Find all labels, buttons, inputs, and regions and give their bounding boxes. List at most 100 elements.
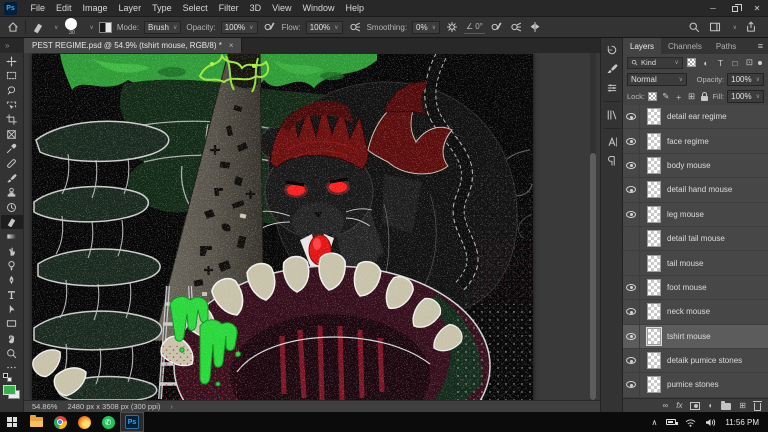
tab-layers[interactable]: Layers [623,38,662,54]
pen-tool[interactable] [1,273,23,288]
eraser-tool[interactable] [0,214,23,230]
layer-thumbnail[interactable] [647,181,661,199]
history-brush-tool[interactable] [1,200,23,215]
layer-row-leg-mouse[interactable]: leg mouse [623,202,768,227]
layer-row-pumice-stones[interactable]: pumice stones [623,373,768,398]
lock-transparency-icon[interactable] [648,91,658,103]
layer-row-detaik-pumice-stones[interactable]: detaik pumice stones [623,348,768,374]
document-tab[interactable]: PEST REGIME.psd @ 54.9% (tshirt mouse, R… [24,38,243,53]
opacity-pressure-icon[interactable] [263,20,277,34]
eraser-preset-icon[interactable] [31,20,45,34]
filter-shape-layers-icon[interactable]: □ [729,57,740,69]
smudge-tool[interactable] [1,244,23,259]
minimize-button[interactable]: ─ [702,0,724,17]
hidden-icons-chevron[interactable]: ∧ [651,418,657,427]
taskbar-photoshop[interactable]: Ps [120,412,144,432]
object-selection-tool[interactable] [1,98,23,113]
brush-panel-toggle-icon[interactable] [98,21,112,33]
link-layers-icon[interactable]: ∞ [663,401,669,410]
visibility-toggle[interactable] [623,373,640,397]
filter-pixel-layers-icon[interactable] [686,57,697,69]
menu-3d[interactable]: 3D [244,0,267,16]
visibility-toggle[interactable] [623,300,640,324]
brush-preset-picker[interactable]: 30 [63,18,80,36]
home-icon[interactable] [6,20,20,34]
new-layer-icon[interactable]: ⊞ [739,401,746,410]
start-button[interactable] [0,412,24,432]
visibility-toggle[interactable] [623,105,640,129]
menu-select[interactable]: Select [177,0,213,16]
zoom-level-field[interactable]: 54.86% [32,402,57,411]
menu-filter[interactable]: Filter [213,0,244,16]
menu-view[interactable]: View [267,0,297,16]
visibility-toggle[interactable] [623,275,640,300]
layer-row-face-regime[interactable]: face regime [623,129,768,154]
canvas-artwork[interactable] [32,54,533,400]
taskbar-firefox[interactable] [72,412,96,432]
toolbar-collapse-chevron[interactable]: » [0,38,24,53]
layer-thumbnail[interactable] [647,303,661,321]
path-selection-tool[interactable] [1,302,23,317]
layer-thumbnail[interactable] [647,156,661,174]
panel-menu-icon[interactable]: ≡ [758,38,768,54]
filter-kind-dropdown[interactable]: Kind ∨ [627,56,683,69]
frame-tool[interactable] [1,127,23,142]
visibility-toggle[interactable] [623,324,640,348]
hand-tool[interactable] [1,331,23,346]
taskbar-chrome[interactable] [48,412,72,432]
visibility-toggle[interactable] [623,251,640,275]
layer-row-detail-ear-regime[interactable]: detail ear regime [623,105,768,130]
airbrush-icon[interactable] [348,20,362,34]
menu-file[interactable]: File [25,0,51,16]
add-layer-mask-icon[interactable] [690,401,701,410]
adjustment-layer-icon[interactable]: ◐ [708,401,713,410]
search-icon[interactable] [687,20,701,34]
eyedropper-tool[interactable] [1,142,23,157]
panel-character-icon[interactable] [603,134,621,150]
delete-layer-icon[interactable] [753,400,762,411]
filter-smart-object-icon[interactable]: ⊡ [744,57,755,69]
flow-dropdown[interactable]: 100% ∨ [305,20,343,34]
blend-mode-dropdown[interactable]: Normal ∨ [627,73,687,86]
battery-icon[interactable] [666,419,678,425]
dodge-tool[interactable] [1,258,23,273]
paint-symmetry-icon[interactable] [528,20,542,34]
gradient-tool[interactable] [1,229,23,244]
lock-image-icon[interactable]: ✎ [661,91,671,103]
filter-toggle-icon[interactable] [758,60,762,65]
move-tool[interactable] [1,54,23,69]
lasso-tool[interactable] [1,83,23,98]
panel-history-icon[interactable] [603,42,621,58]
rectangle-shape-tool[interactable] [1,317,23,332]
menu-help[interactable]: Help [340,0,370,16]
taskbar-whatsapp[interactable]: ✆ [96,412,120,432]
visibility-toggle[interactable] [623,129,640,153]
type-tool[interactable] [1,288,23,303]
menu-window[interactable]: Window [297,0,340,16]
tab-paths[interactable]: Paths [709,38,743,54]
layer-thumbnail[interactable] [647,254,661,272]
layer-row-tail-mouse[interactable]: tail mouse [623,251,768,276]
layer-row-detail-hand-mouse[interactable]: detail hand mouse [623,178,768,203]
layer-thumbnail[interactable] [647,352,661,370]
fill-dropdown[interactable]: 100% ∨ [727,90,765,103]
zoom-tool[interactable] [1,346,23,361]
panel-paragraph-icon[interactable] [603,153,621,169]
new-group-icon[interactable] [721,401,732,410]
panel-properties-icon[interactable] [603,80,621,96]
layer-style-icon[interactable]: fx [676,401,682,410]
filter-adjustment-layers-icon[interactable]: ◐ [700,57,711,69]
tab-close-icon[interactable]: × [229,41,234,50]
layer-thumbnail[interactable] [647,132,661,150]
layer-thumbnail[interactable] [647,327,661,345]
brush-pressure-icon[interactable] [490,20,504,34]
crop-tool[interactable] [1,112,23,127]
network-icon[interactable] [685,418,696,427]
smoothing-dropdown[interactable]: 0% ∨ [412,20,441,34]
layer-thumbnail[interactable] [647,205,661,223]
status-chevron-icon[interactable]: › [170,402,173,411]
layer-thumbnail[interactable] [647,230,661,248]
tab-channels[interactable]: Channels [661,38,709,54]
menu-type[interactable]: Type [147,0,178,16]
lock-artboard-icon[interactable]: ⊞ [687,91,697,103]
